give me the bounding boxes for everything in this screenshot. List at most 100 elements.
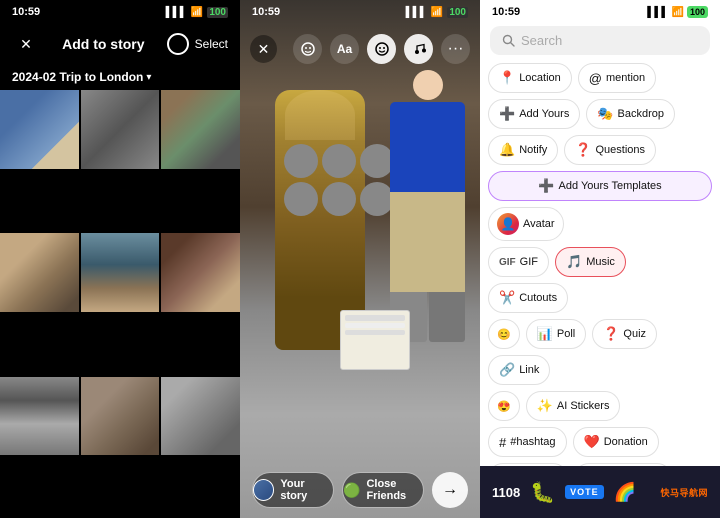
sticker-questions[interactable]: ❓ Questions [564, 135, 656, 165]
transform-button[interactable] [293, 34, 322, 64]
sticker-mention[interactable]: @ mention [578, 63, 656, 93]
wifi-icon: 📶 [191, 7, 203, 18]
sticker-add-yours-label: Add Yours [519, 108, 569, 120]
header-title: Add to story [62, 36, 144, 52]
photo-cell-2[interactable] [81, 90, 160, 169]
sticker-cutouts[interactable]: ✂️ Cutouts [488, 283, 568, 313]
chevron-down-icon: ▾ [146, 72, 151, 83]
panel-add-to-story: 10:59 ▌▌▌ 📶 100 ✕ Add to story Select 20… [0, 0, 240, 518]
photo-cell-8[interactable] [81, 377, 160, 456]
photo-cell-6[interactable] [161, 233, 240, 312]
status-bar-panel1: 10:59 ▌▌▌ 📶 100 [0, 0, 240, 22]
sticker-mention-label: mention [606, 72, 645, 84]
user-avatar [253, 479, 274, 501]
close-editor-button[interactable]: ✕ [250, 35, 277, 63]
sticker-hashtag[interactable]: # #hashtag [488, 427, 567, 457]
select-button[interactable]: Select [195, 37, 228, 51]
sticker-emoji1[interactable]: 😊 [488, 319, 520, 349]
circle-icon [167, 33, 189, 55]
sticker-emoji2[interactable]: 😍 [488, 391, 520, 421]
sticker-row-6: 😍 ✨ AI Stickers [488, 391, 712, 421]
search-placeholder: Search [521, 33, 562, 48]
sticker-quiz[interactable]: ❓ Quiz [592, 319, 657, 349]
ai-stickers-icon: ✨ [537, 398, 553, 414]
wifi-icon-p3: 📶 [672, 7, 684, 18]
signal-icon: ▌▌▌ [166, 7, 187, 18]
sticker-link[interactable]: 🔗 Link [488, 355, 550, 385]
sticker-add-yours-templates[interactable]: ➕ Add Yours Templates [488, 171, 712, 201]
mention-icon: @ [589, 71, 602, 86]
cutouts-icon: ✂️ [499, 290, 515, 306]
quiz-icon: ❓ [603, 326, 619, 342]
vote-sticker[interactable]: VOTE [565, 485, 604, 499]
sticker-donation[interactable]: ❤️ Donation [573, 427, 659, 457]
rainbow-sticker[interactable]: 🌈 [614, 482, 636, 503]
battery-icon: 100 [207, 7, 228, 18]
sticker-backdrop[interactable]: 🎭 Backdrop [586, 99, 675, 129]
sticker-poll[interactable]: 📊 Poll [526, 319, 587, 349]
photo-cell-7[interactable] [0, 377, 79, 456]
emoji1-icon: 😊 [497, 328, 511, 341]
sticker-row-4: GIF GIF 🎵 Music ✂️ Cutouts [488, 247, 712, 313]
notify-icon: 🔔 [499, 142, 515, 158]
poll-icon: 📊 [537, 326, 553, 342]
music-button[interactable] [404, 34, 433, 64]
sticker-button[interactable] [367, 34, 396, 64]
sticker-hashtag-label: #hashtag [510, 436, 555, 448]
signal-icon-p3: ▌▌▌ [647, 7, 668, 18]
close-button[interactable]: ✕ [12, 30, 40, 58]
dalek-head [285, 90, 355, 140]
sticker-bottom-bar: 1108 🐛 VOTE 🌈 快马导航网 [480, 466, 720, 518]
sticker-add-yours[interactable]: ➕ Add Yours [488, 99, 580, 129]
photo-cell-1[interactable] [0, 90, 79, 169]
story-background [240, 0, 480, 518]
photo-cell-3[interactable] [161, 90, 240, 169]
backdrop-icon: 🎭 [597, 106, 613, 122]
close-friends-label: Close Friends [366, 478, 423, 502]
sticker-link-label: Link [519, 364, 539, 376]
avatar-icon: 👤 [497, 213, 519, 235]
next-button[interactable]: → [432, 472, 468, 508]
sticker-add-yours-templates-label: Add Yours Templates [559, 180, 662, 192]
battery-icon-p2: 100 [447, 7, 468, 18]
sticker-location[interactable]: 📍 Location [488, 63, 572, 93]
gif-icon: GIF [499, 257, 516, 268]
count-badge: 1108 [492, 485, 520, 500]
sticker-ai-stickers[interactable]: ✨ AI Stickers [526, 391, 621, 421]
editor-toolbar: ✕ Aa ··· [240, 28, 480, 70]
sticker-quiz-label: Quiz [623, 328, 646, 340]
sticker-avatar[interactable]: 👤 Avatar [488, 207, 564, 241]
status-icons-panel1: ▌▌▌ 📶 100 [166, 7, 228, 18]
sticker-notify[interactable]: 🔔 Notify [488, 135, 558, 165]
sticker-search-bar[interactable]: Search [490, 26, 710, 55]
status-icons-panel3: ▌▌▌ 📶 100 [647, 6, 708, 18]
watermark-area: 快马导航网 [646, 486, 708, 499]
sticker-row-0: 📍 Location @ mention [488, 63, 712, 93]
your-story-button[interactable]: Your story [252, 472, 334, 508]
sticker-grid: 📍 Location @ mention ➕ Add Yours 🎭 Backd… [480, 63, 720, 466]
status-bar-panel2: 10:59 ▌▌▌ 📶 100 [240, 0, 480, 22]
more-options-button[interactable]: ··· [441, 34, 470, 64]
text-button[interactable]: Aa [330, 34, 359, 64]
sticker-ai-stickers-label: AI Stickers [557, 400, 610, 412]
add-yours-icon: ➕ [499, 106, 515, 122]
sticker-questions-label: Questions [596, 144, 646, 156]
sticker-gif[interactable]: GIF GIF [488, 247, 549, 277]
sticker-gif-label: GIF [520, 256, 538, 268]
bug-sticker[interactable]: 🐛 [530, 480, 555, 505]
more-icon: ··· [448, 41, 464, 57]
location-icon: 📍 [499, 70, 515, 86]
signal-icon-p2: ▌▌▌ [406, 7, 427, 18]
close-friends-button[interactable]: 🟢 Close Friends [342, 472, 424, 508]
album-selector[interactable]: 2024-02 Trip to London ▾ [0, 66, 240, 90]
status-icons-panel2: ▌▌▌ 📶 100 [406, 7, 468, 18]
hashtag-icon: # [499, 435, 506, 450]
dalek-bumps [280, 140, 360, 220]
sticker-backdrop-label: Backdrop [618, 108, 664, 120]
photo-cell-4[interactable] [0, 233, 79, 312]
photo-cell-9[interactable] [161, 377, 240, 456]
sticker-music[interactable]: 🎵 Music [555, 247, 626, 277]
questions-icon: ❓ [575, 142, 591, 158]
photo-cell-5[interactable] [81, 233, 160, 312]
sticker-row-3: ➕ Add Yours Templates 👤 Avatar [488, 171, 712, 241]
